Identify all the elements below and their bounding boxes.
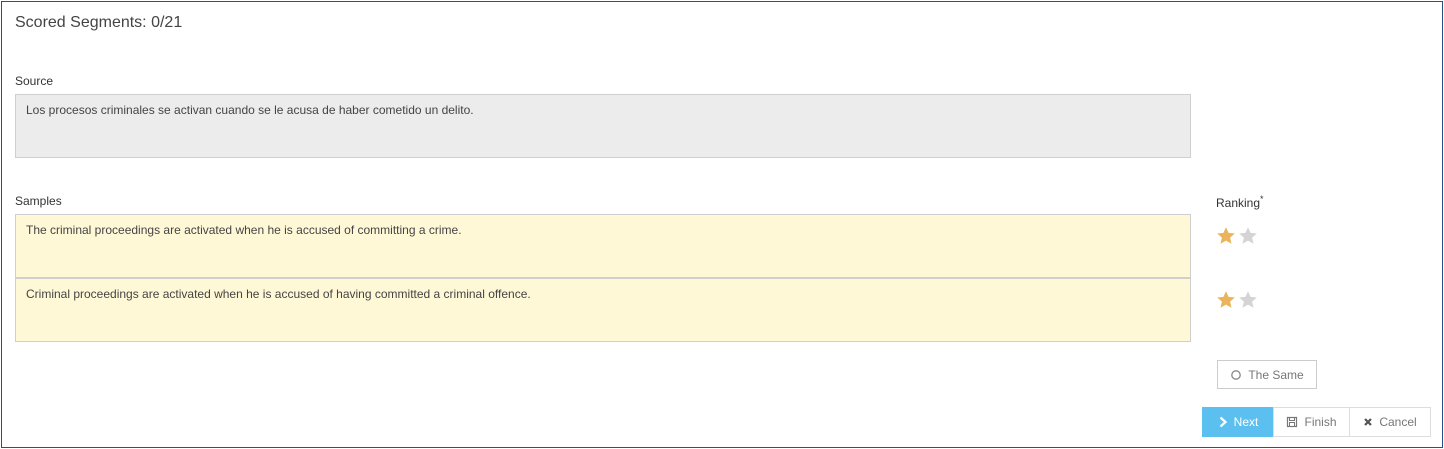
next-label: Next [1233,415,1259,429]
star-filled-icon[interactable] [1216,290,1236,310]
samples-label: Samples [15,194,62,208]
finish-button[interactable]: Finish [1273,407,1350,437]
star-empty-icon[interactable] [1238,290,1258,310]
source-text-box: Los procesos criminales se activan cuand… [15,94,1191,158]
cancel-label: Cancel [1379,415,1417,429]
action-button-group: Next Finish Cancel [1202,407,1431,437]
chevron-right-icon [1218,416,1228,428]
required-marker: * [1260,194,1264,204]
scored-segments-counter: Scored Segments: 0/21 [15,14,183,31]
ranking-label: Ranking* [1216,194,1264,210]
the-same-button[interactable]: The Same [1217,360,1317,389]
scoring-panel: Scored Segments: 0/21 Source Los proceso… [1,1,1443,448]
sample-item-2[interactable]: Criminal proceedings are activated when … [15,278,1191,342]
sample-item-1[interactable]: The criminal proceedings are activated w… [15,214,1191,278]
star-filled-icon[interactable] [1216,226,1236,246]
source-label: Source [15,74,54,88]
save-icon [1286,416,1298,428]
sample-2-rating[interactable] [1216,290,1258,310]
next-button[interactable]: Next [1202,407,1274,437]
finish-label: Finish [1304,415,1337,429]
cancel-button[interactable]: Cancel [1349,407,1431,437]
sample-1-rating[interactable] [1216,226,1258,246]
the-same-label: The Same [1248,367,1304,382]
star-empty-icon[interactable] [1238,226,1258,246]
ranking-label-text: Ranking [1216,196,1261,210]
close-icon [1363,417,1373,427]
circle-icon [1230,369,1242,381]
